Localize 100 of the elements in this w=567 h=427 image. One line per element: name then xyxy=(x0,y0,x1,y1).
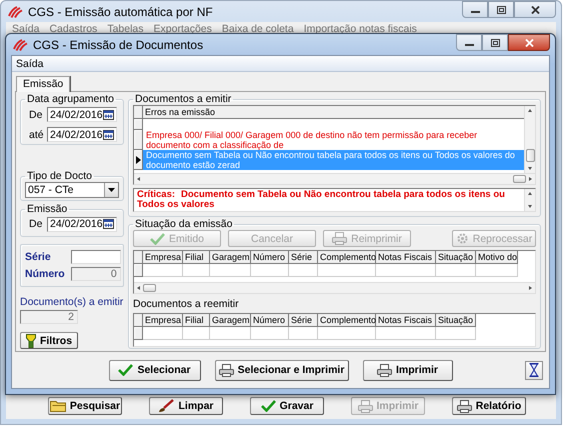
check-icon xyxy=(150,232,165,244)
column-header: Número xyxy=(251,251,289,264)
calendar-icon[interactable] xyxy=(103,219,114,230)
input-field[interactable] xyxy=(70,250,121,264)
scroll-right-icon[interactable] xyxy=(526,284,534,292)
menu-item[interactable]: Importação notas fiscais xyxy=(304,22,417,34)
field-label: Série xyxy=(25,251,52,264)
document-type-dropdown[interactable]: 057 - CTe xyxy=(25,182,119,198)
table-cell[interactable] xyxy=(476,264,518,277)
date-field[interactable]: 24/02/2016 xyxy=(47,107,117,122)
minimize-button[interactable] xyxy=(462,1,488,18)
calendar-icon[interactable] xyxy=(103,110,114,120)
close-button[interactable] xyxy=(514,1,556,18)
column-header: Notas Fiscais xyxy=(376,251,436,264)
table-cell[interactable] xyxy=(210,264,251,277)
table-cell[interactable] xyxy=(183,327,210,340)
maximize-button[interactable] xyxy=(482,34,508,51)
menu-item[interactable]: Saída xyxy=(12,22,40,34)
filter-button[interactable]: Filtros xyxy=(20,332,78,349)
group-title: Tipo de Docto xyxy=(27,170,92,182)
table-cell[interactable] xyxy=(376,327,436,340)
column-header: Garagem xyxy=(210,251,251,264)
action-button[interactable]: Selecionar e Imprimir xyxy=(214,360,348,380)
column-header: Série xyxy=(289,314,318,327)
table-cell[interactable] xyxy=(251,264,289,277)
brush-icon xyxy=(158,399,174,413)
field-label: De xyxy=(29,108,43,120)
scroll-left-icon[interactable] xyxy=(135,175,143,183)
column-header: Filial xyxy=(183,314,210,327)
column-header: Erros na emissão xyxy=(143,106,524,119)
horizontal-scrollbar[interactable] xyxy=(134,173,535,184)
hourglass-button[interactable] xyxy=(525,360,543,380)
window-title: CGS - Emissão automática por NF xyxy=(28,4,213,18)
menu-item[interactable]: Saída xyxy=(16,58,44,70)
scrollbar-thumb[interactable] xyxy=(143,284,156,292)
group-title: Situação da emissão xyxy=(135,218,232,230)
action-button[interactable]: Selecionar xyxy=(108,360,200,380)
vertical-scrollbar[interactable] xyxy=(524,189,535,211)
scroll-down-icon[interactable] xyxy=(526,202,534,210)
printer-icon xyxy=(358,400,372,412)
table-cell[interactable] xyxy=(289,327,318,340)
table-cell[interactable] xyxy=(183,264,210,277)
date-field[interactable]: 24/02/2016 xyxy=(47,216,117,232)
field-label: Número xyxy=(25,268,65,280)
calendar-icon[interactable] xyxy=(103,130,114,140)
column-header: Série xyxy=(289,251,318,264)
flashlight-icon xyxy=(26,334,36,348)
group-title: Emissão xyxy=(27,202,68,215)
maximize-button[interactable] xyxy=(488,1,514,18)
table-cell[interactable] xyxy=(210,327,251,340)
menu-item[interactable]: Cadastros xyxy=(49,22,98,34)
toolbar-button[interactable]: Relatório xyxy=(452,397,526,415)
table-cell[interactable] xyxy=(318,264,376,277)
menu-item[interactable]: Baixa de coleta xyxy=(222,22,294,34)
table-cell[interactable] xyxy=(251,327,289,340)
printer-icon xyxy=(376,364,392,376)
maximize-icon xyxy=(490,38,500,46)
caret-icon xyxy=(108,188,115,192)
scroll-up-icon[interactable] xyxy=(526,190,534,198)
date-field[interactable]: 24/02/2016 xyxy=(47,127,117,142)
close-button[interactable] xyxy=(508,34,550,51)
toolbar-button[interactable]: Limpar xyxy=(149,397,223,415)
row-selector[interactable] xyxy=(134,150,143,170)
printer-icon xyxy=(218,364,234,376)
column-header: Número xyxy=(251,314,289,327)
column-header: Filial xyxy=(183,251,210,264)
pointer-icon xyxy=(136,156,140,164)
column-header: Complemento xyxy=(318,314,376,327)
menu-item[interactable]: Exportações xyxy=(154,22,212,34)
window-title: CGS - Emissão de Documentos xyxy=(33,38,204,52)
scrollbar-thumb[interactable] xyxy=(526,149,534,162)
printer-icon xyxy=(456,400,472,412)
tab[interactable]: Emissão xyxy=(16,76,70,92)
scroll-up-icon[interactable] xyxy=(526,107,534,115)
minimize-button[interactable] xyxy=(456,34,482,51)
table-cell[interactable] xyxy=(289,264,318,277)
table-cell[interactable] xyxy=(376,264,436,277)
table-cell[interactable] xyxy=(318,327,376,340)
check-icon xyxy=(260,400,276,412)
toolbar-button[interactable]: Gravar xyxy=(250,397,324,415)
toolbar-button[interactable]: Pesquisar xyxy=(48,397,122,415)
table-cell[interactable] xyxy=(436,327,476,340)
column-header: Garagem xyxy=(210,314,251,327)
table-cell[interactable] xyxy=(143,327,183,340)
column-header: Situação xyxy=(436,314,476,327)
horizontal-scrollbar[interactable] xyxy=(134,282,535,293)
scroll-left-icon[interactable] xyxy=(135,284,143,292)
table-cell[interactable] xyxy=(143,264,183,277)
input-field[interactable]: 2 xyxy=(20,310,78,324)
field-label: Documento(s) a emitir xyxy=(20,296,124,308)
field-label: De xyxy=(29,218,43,230)
scroll-right-icon[interactable] xyxy=(526,175,534,183)
logo-icon xyxy=(8,6,23,18)
vertical-scrollbar[interactable] xyxy=(524,106,535,173)
column-header: Complemento xyxy=(318,251,376,264)
table-cell[interactable] xyxy=(436,264,476,277)
action-button[interactable]: Imprimir xyxy=(362,360,452,380)
input-field[interactable]: 0 xyxy=(70,267,121,282)
menu-item[interactable]: Tabelas xyxy=(107,22,144,34)
scrollbar-thumb[interactable] xyxy=(513,175,526,183)
